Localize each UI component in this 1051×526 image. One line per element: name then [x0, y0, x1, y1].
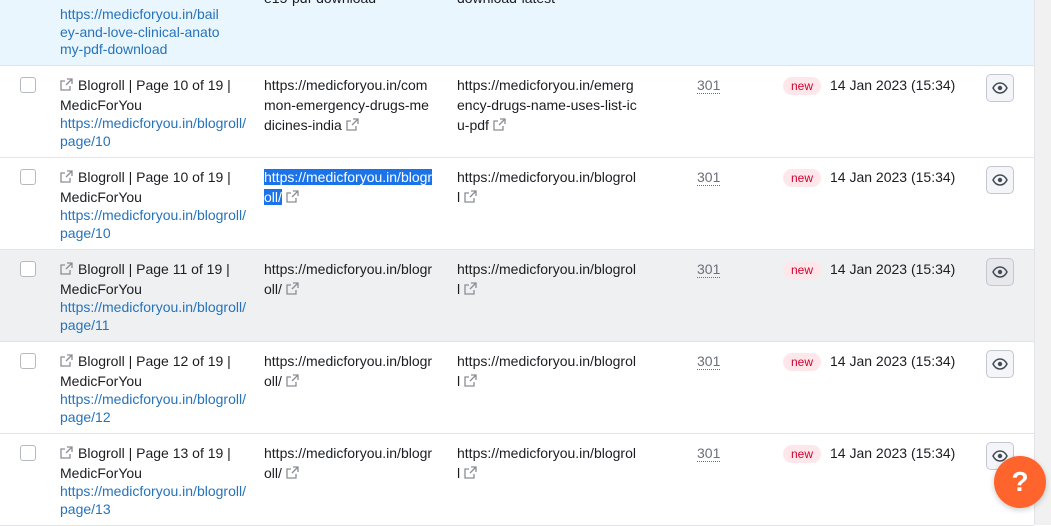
status-code[interactable]: 301 — [697, 77, 721, 94]
status-code[interactable]: 301 — [697, 169, 721, 186]
source-cell: Blogroll | Page 13 of 19 | MedicForYou h… — [60, 443, 250, 518]
external-link-icon[interactable] — [286, 281, 299, 297]
date-found: 14 Jan 2023 (15:34) — [830, 353, 956, 369]
source-title[interactable]: Blogroll | Page 13 of 19 | MedicForYou — [60, 443, 250, 483]
from-url[interactable]: https://medicforyou.in/blogroll/ — [264, 167, 434, 207]
source-url-link[interactable]: https://medicforyou.in/blogroll/page/10 — [60, 115, 250, 150]
table-row: Blogroll | Page 11 of 19 | MedicForYou h… — [0, 250, 1034, 342]
source-url-link[interactable]: https://medicforyou.in/blogroll/page/12 — [60, 391, 250, 426]
external-link-icon[interactable] — [60, 261, 73, 277]
date-found: 14 Jan 2023 (15:34) — [830, 445, 956, 461]
help-label: ? — [1011, 466, 1029, 497]
to-url[interactable]: https://medicforyou.in/emergency-drugs-n… — [457, 75, 639, 135]
to-url[interactable]: https://medicforyou.in/blogroll — [457, 443, 639, 483]
external-link-icon[interactable] — [493, 117, 506, 133]
table-row: Blogroll | Page 10 of 19 | MedicForYou h… — [0, 158, 1034, 250]
date-found: 14 Jan 2023 (15:34) — [830, 77, 956, 93]
source-cell: Blogroll | Page 11 of 19 | MedicForYou h… — [60, 259, 250, 334]
to-url[interactable]: https://medicforyou.in/blogroll — [457, 259, 639, 299]
source-title[interactable]: Blogroll | Page 10 of 19 | MedicForYou — [60, 167, 250, 207]
from-url[interactable]: https://medicforyou.in/blogroll/ — [264, 443, 434, 483]
external-link-icon[interactable] — [286, 189, 299, 205]
source-title[interactable]: Blogroll | Page 12 of 19 | MedicForYou — [60, 351, 250, 391]
source-url-link[interactable]: https://medicforyou.in/blogroll/page/13 — [60, 483, 250, 518]
help-icon[interactable]: ? — [994, 456, 1046, 508]
external-link-icon[interactable] — [464, 189, 477, 205]
source-cell: Blogroll | Page 10 of 19 | MedicForYou h… — [60, 167, 250, 242]
vertical-scrollbar[interactable] — [1034, 0, 1051, 525]
source-url-link[interactable]: https://medicforyou.in/blogroll/page/10 — [60, 207, 250, 242]
eye-icon[interactable] — [986, 74, 1014, 102]
external-link-icon[interactable] — [464, 465, 477, 481]
table-row: Blogroll | Page 12 of 19 | MedicForYou h… — [0, 342, 1034, 434]
external-link-icon[interactable] — [286, 465, 299, 481]
row-checkbox[interactable] — [20, 445, 36, 461]
status-code[interactable]: 301 — [697, 353, 721, 370]
table-row: Blogroll | Page 10 of 19 | MedicForYou h… — [0, 66, 1034, 158]
from-url-partial[interactable]: e15-pdf-download — [264, 0, 376, 8]
to-url-partial[interactable]: download-latest — [457, 0, 555, 8]
row-checkbox[interactable] — [20, 353, 36, 369]
external-link-icon[interactable] — [60, 169, 73, 185]
source-url-link[interactable]: https://medicforyou.in/bail ey-and-love-c… — [60, 6, 245, 59]
eye-icon[interactable] — [986, 166, 1014, 194]
row-checkbox[interactable] — [20, 77, 36, 93]
date-found: 14 Jan 2023 (15:34) — [830, 261, 956, 277]
external-link-icon[interactable] — [464, 373, 477, 389]
source-cell: Blogroll | Page 10 of 19 | MedicForYou h… — [60, 75, 250, 150]
new-badge: new — [783, 445, 822, 463]
from-url[interactable]: https://medicforyou.in/blogroll/ — [264, 351, 434, 391]
external-link-icon[interactable] — [60, 445, 73, 461]
row-checkbox[interactable] — [20, 261, 36, 277]
source-title[interactable]: Blogroll | Page 11 of 19 | MedicForYou — [60, 259, 250, 299]
external-link-icon[interactable] — [464, 281, 477, 297]
eye-icon[interactable] — [986, 258, 1014, 286]
new-badge: new — [783, 169, 822, 187]
to-url[interactable]: https://medicforyou.in/blogroll — [457, 351, 639, 391]
new-badge: new — [783, 77, 822, 95]
source-title[interactable]: Blogroll | Page 10 of 19 | MedicForYou — [60, 75, 250, 115]
from-url[interactable]: https://medicforyou.in/blogroll/ — [264, 259, 434, 299]
source-cell: Blogroll | Page 12 of 19 | MedicForYou h… — [60, 351, 250, 426]
table-row: Blogroll | Page 13 of 19 | MedicForYou h… — [0, 434, 1034, 526]
date-found: 14 Jan 2023 (15:34) — [830, 169, 956, 185]
external-link-icon[interactable] — [346, 117, 359, 133]
external-link-icon[interactable] — [60, 353, 73, 369]
source-url-link[interactable]: https://medicforyou.in/blogroll/page/11 — [60, 299, 250, 334]
new-badge: new — [783, 261, 822, 279]
table-row: e15-pdf-download download-latest https:/… — [0, 0, 1034, 66]
new-badge: new — [783, 353, 822, 371]
external-link-icon[interactable] — [286, 373, 299, 389]
status-code[interactable]: 301 — [697, 261, 721, 278]
to-url[interactable]: https://medicforyou.in/blogroll — [457, 167, 639, 207]
from-url[interactable]: https://medicforyou.in/common-emergency-… — [264, 75, 434, 135]
eye-icon[interactable] — [986, 350, 1014, 378]
external-link-icon[interactable] — [60, 77, 73, 93]
row-checkbox[interactable] — [20, 169, 36, 185]
status-code[interactable]: 301 — [697, 445, 721, 462]
